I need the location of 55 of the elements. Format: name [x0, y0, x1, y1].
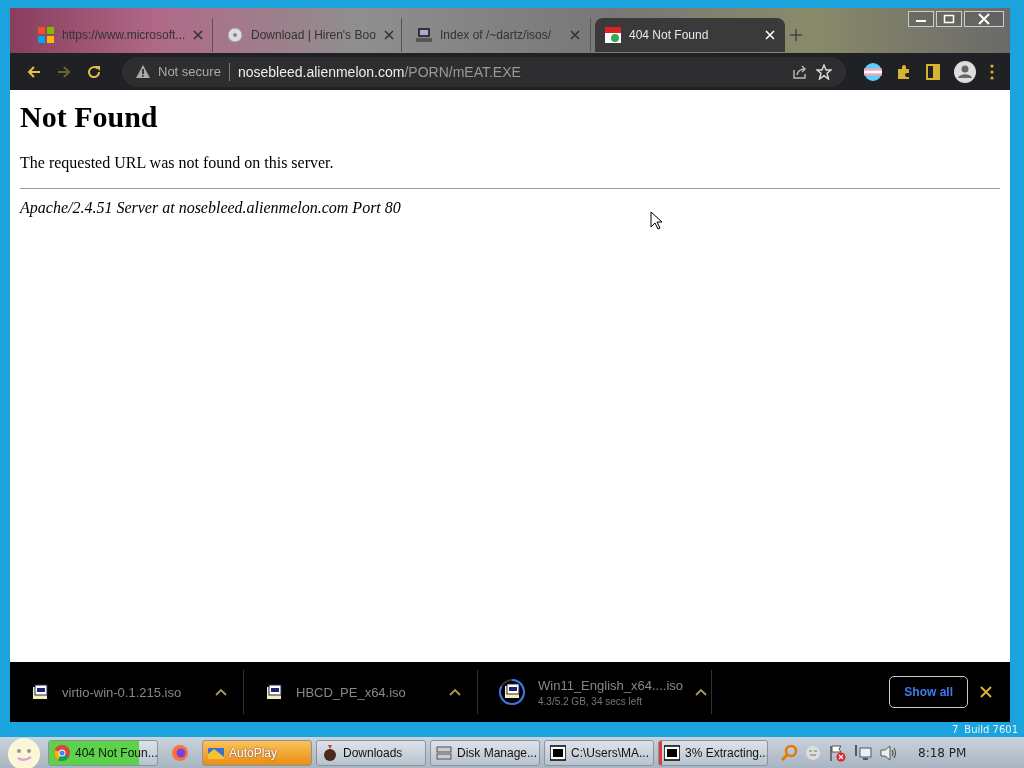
- url-text: nosebleed.alienmelon.com/PORN/mEAT.EXE: [237, 63, 521, 80]
- taskbar-button[interactable]: C:\Users\MA...: [544, 739, 654, 766]
- chrome-icon: [54, 744, 70, 761]
- page-message: The requested URL was not found on this server.: [20, 154, 335, 172]
- close-icon[interactable]: [980, 686, 992, 698]
- file-name: Win11_English_x64....iso: [538, 677, 683, 693]
- address-bar[interactable]: Not secure nosebleed.alienmelon.com/PORN/mEAT.EXE: [122, 56, 846, 87]
- server-signature: Apache/2.4.51 Server at nosebleed.alienmelon.com Port 80: [20, 199, 401, 217]
- caret-icon[interactable]: [449, 688, 461, 696]
- taskbar-button[interactable]: 404 Not Foun...: [48, 739, 158, 766]
- browser-tab[interactable]: Download | Hiren's Boo: [217, 18, 402, 52]
- share-icon[interactable]: [792, 63, 808, 80]
- side-panel-icon[interactable]: [926, 63, 940, 80]
- security-label: Not secure: [158, 64, 221, 79]
- caret-icon[interactable]: [695, 688, 707, 696]
- archive-icon: [664, 744, 680, 761]
- show-all-button[interactable]: Show all: [889, 676, 968, 708]
- file-name: HBCD_PE_x64.iso: [296, 684, 407, 700]
- browser-tab[interactable]: Index of /~dartz/isos/: [406, 18, 591, 52]
- flag-icon[interactable]: [864, 62, 882, 81]
- file-name: virtio-win-0.1.215.iso: [62, 684, 183, 700]
- firefox-icon: [172, 744, 188, 761]
- download-item[interactable]: Win11_English_x64....iso 4.3/5.2 GB, 34 secs left: [478, 670, 712, 714]
- desktop-watermark-text: Build 7601: [964, 723, 1018, 736]
- disk-icon: [436, 744, 452, 761]
- taskbar-button[interactable]: 3% Extracting...: [658, 739, 768, 766]
- profile-icon[interactable]: [954, 60, 976, 83]
- disc-icon: [227, 27, 243, 43]
- download-item[interactable]: virtio-win-0.1.215.iso: [10, 670, 244, 714]
- volume-icon[interactable]: [880, 744, 898, 761]
- reload-icon[interactable]: [86, 63, 102, 80]
- menu-icon[interactable]: [990, 63, 994, 80]
- taskbar-button[interactable]: Disk Manage...: [430, 739, 540, 766]
- clock-time[interactable]: 8:18 PM: [918, 745, 967, 760]
- mouse-cursor-icon: [650, 211, 663, 230]
- download-item[interactable]: HBCD_PE_x64.iso: [244, 670, 478, 714]
- taskbar-button[interactable]: Downloads: [316, 739, 426, 766]
- warning-icon: [136, 65, 150, 78]
- puzzle-icon[interactable]: [896, 63, 912, 80]
- page-heading: Not Found: [20, 100, 159, 134]
- network-icon[interactable]: [854, 743, 872, 762]
- site-favicon-icon: [605, 27, 621, 43]
- action-center-flag-icon[interactable]: [828, 743, 846, 762]
- minimize-icon[interactable]: [908, 11, 934, 27]
- back-icon[interactable]: [26, 63, 42, 80]
- desktop-watermark-text: 7: [951, 723, 959, 736]
- forward-icon[interactable]: [56, 63, 72, 80]
- windows-logo-icon: [38, 27, 54, 43]
- browser-tab[interactable]: 404 Not Found: [595, 18, 785, 52]
- caret-icon[interactable]: [215, 688, 227, 696]
- download-status: 4.3/5.2 GB, 34 secs left: [538, 695, 643, 707]
- maximize-icon[interactable]: [936, 11, 962, 27]
- computer-icon: [416, 27, 432, 43]
- archive-icon: [550, 744, 566, 761]
- star-icon[interactable]: [816, 63, 832, 80]
